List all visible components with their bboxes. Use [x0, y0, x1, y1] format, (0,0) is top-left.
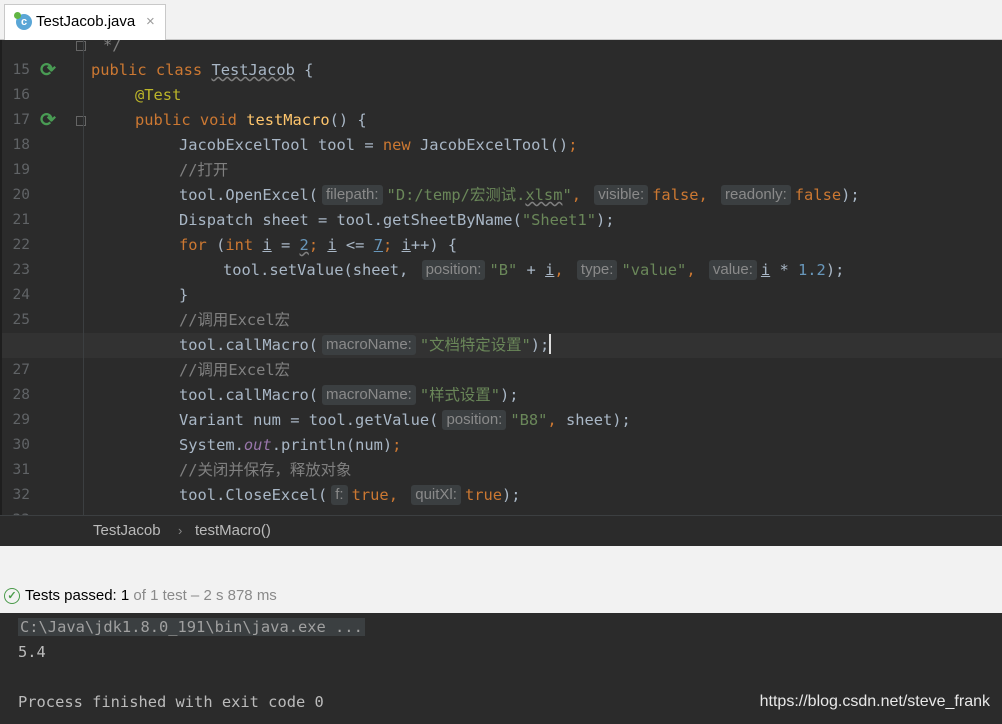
breadcrumb-separator: ›: [178, 523, 183, 538]
run-console[interactable]: C:\Java\jdk1.8.0_191\bin\java.exe ... 5.…: [0, 613, 1002, 724]
test-status-bar: ✓ Tests passed: 1 of 1 test – 2 s 878 ms: [0, 581, 1002, 613]
code-statement: Dispatch sheet = tool.getSheetByName("Sh…: [179, 211, 615, 229]
code-statement: tool.OpenExcel(filepath: "D:/temp/宏测试.xls…: [179, 185, 860, 205]
breadcrumb: TestJacob › testMacro(): [0, 515, 1002, 546]
parameter-hint: macroName:: [322, 385, 416, 405]
run-test-icon[interactable]: ⟳: [40, 60, 60, 80]
code-line[interactable]: 25 }: [2, 283, 1002, 328]
text-caret: [549, 334, 552, 354]
parameter-hint: filepath:: [322, 185, 383, 205]
code-comment: //关闭并保存，释放对象: [179, 461, 352, 479]
code-statement: JacobExcelTool tool = new JacobExcelTool…: [179, 136, 578, 154]
fold-icon[interactable]: [76, 116, 86, 126]
parameter-hint: visible:: [594, 185, 649, 205]
breadcrumb-method[interactable]: testMacro(): [195, 516, 271, 546]
method-declaration: public void testMacro() {: [135, 111, 367, 129]
code-line[interactable]: 19 JacobExcelTool tool = new JacobExcelT…: [2, 133, 1002, 178]
editor-tab-testjacob[interactable]: c TestJacob.java ×: [4, 4, 166, 40]
code-line[interactable]: 23 for (int i = 2; i <= 7; i++) {: [2, 233, 1002, 278]
code-line[interactable]: 21 tool.OpenExcel(filepath: "D:/temp/宏测试.…: [2, 183, 1002, 228]
code-line[interactable]: 28 //调用Excel宏: [2, 358, 1002, 403]
code-line[interactable]: 30 Variant num = tool.getValue(position:…: [2, 408, 1002, 453]
parameter-hint: value:: [708, 260, 757, 280]
code-line[interactable]: 26 //调用Excel宏: [2, 308, 1002, 353]
close-icon[interactable]: ×: [146, 13, 155, 30]
editor-tab-bar: c TestJacob.java ×: [0, 0, 1002, 40]
code-comment: //调用Excel宏: [179, 311, 291, 329]
parameter-hint: type:: [576, 260, 618, 280]
code-line[interactable]: 18 ⟳ public void testMacro() {: [2, 108, 1002, 153]
parameter-hint: f:: [331, 485, 348, 505]
code-statement: tool.callMacro(macroName: "文档特定设置");: [179, 334, 552, 355]
fold-icon[interactable]: [76, 41, 86, 51]
code-statement: tool.CloseExcel(f: true, quitXl: true);: [179, 485, 521, 505]
console-command-line[interactable]: C:\Java\jdk1.8.0_191\bin\java.exe ...: [18, 615, 365, 640]
watermark-text: https://blog.csdn.net/steve_frank: [759, 693, 990, 710]
gutter-divider: [83, 40, 84, 515]
comment-end: */: [103, 40, 122, 54]
parameter-hint: macroName:: [322, 335, 416, 355]
closing-brace: }: [179, 286, 189, 304]
run-test-icon[interactable]: ⟳: [40, 110, 60, 130]
code-comment: //打开: [179, 161, 229, 179]
test-status-text: Tests passed: 1 of 1 test – 2 s 878 ms: [25, 587, 277, 604]
class-declaration: public class TestJacob {: [91, 61, 314, 79]
code-editor[interactable]: 15 */ 16 ⟳ public class TestJacob { 17 @…: [0, 40, 1002, 545]
code-statement: tool.setValue(sheet, position: "B" + i, t…: [223, 260, 845, 280]
test-annotation: @Test: [135, 86, 182, 104]
parameter-hint: position:: [421, 260, 486, 280]
code-statement: System.out.println(num);: [179, 436, 402, 454]
code-line-current[interactable]: 27 tool.callMacro(macroName: "文档特定设置");: [2, 333, 1002, 378]
code-line[interactable]: 20 //打开: [2, 158, 1002, 203]
code-statement: Variant num = tool.getValue(position: "B8…: [179, 410, 631, 430]
console-exit-message: Process finished with exit code 0: [18, 693, 324, 711]
parameter-hint: position:: [442, 410, 507, 430]
code-line[interactable]: 16 ⟳ public class TestJacob {: [2, 58, 1002, 103]
parameter-hint: quitXl:: [411, 485, 461, 505]
code-line[interactable]: 32 //关闭并保存，释放对象: [2, 458, 1002, 503]
tab-filename: TestJacob.java: [36, 13, 136, 30]
code-line[interactable]: 33 tool.CloseExcel(f:true, quitXl:true);: [2, 483, 1002, 528]
console-output: 5.4: [18, 643, 46, 661]
code-line[interactable]: 15 */: [2, 40, 1002, 78]
code-line[interactable]: 17 @Test: [2, 83, 1002, 128]
code-comment: //调用Excel宏: [179, 361, 291, 379]
check-circle-icon: ✓: [4, 588, 20, 604]
code-line[interactable]: 29 tool.callMacro(macroName: "样式设置");: [2, 383, 1002, 428]
code-line[interactable]: 31 System.out.println(num);: [2, 433, 1002, 478]
code-line[interactable]: 24 tool.setValue(sheet, position: "B" + i…: [2, 258, 1002, 303]
for-loop: for (int i = 2; i <= 7; i++) {: [179, 236, 458, 254]
java-class-icon: c: [14, 12, 32, 30]
parameter-hint: readonly:: [721, 185, 791, 205]
code-statement: tool.callMacro(macroName: "样式设置");: [179, 385, 519, 405]
code-line[interactable]: 22 Dispatch sheet = tool.getSheetByName(…: [2, 208, 1002, 253]
breadcrumb-class[interactable]: TestJacob: [93, 516, 161, 546]
